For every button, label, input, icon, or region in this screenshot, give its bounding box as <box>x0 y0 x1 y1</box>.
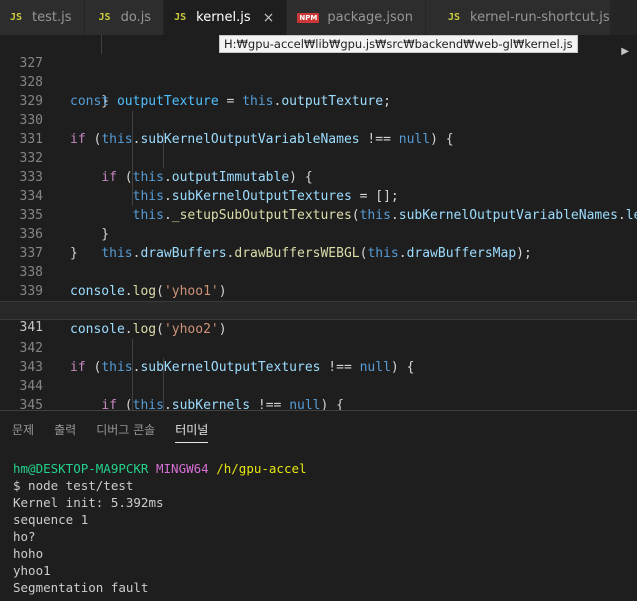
tab-kernel-js[interactable]: JS kernel.js × <box>164 0 288 35</box>
code-line: 344 const output = []; <box>0 358 637 394</box>
tab-label: kernel-run-shortcut.js <box>470 10 610 25</box>
panel-tabs: 문제 출력 디버그 콘솔 터미널 <box>12 421 228 443</box>
code-line: 339 gl.drawArrays(gl.TRIANGLE_STRIP, 0, … <box>0 263 637 320</box>
javascript-file-icon: JS <box>174 12 187 23</box>
code-line: 336 } <box>0 206 637 261</box>
javascript-file-icon: JS <box>447 12 461 23</box>
tab-label: kernel.js <box>196 10 251 25</box>
code-line: 331 if (this.outputImmutable) { <box>0 111 637 185</box>
terminal-line: sequence 1 <box>13 512 89 527</box>
code-line: 332 this.subKernelOutputTextures = []; <box>0 130 637 204</box>
close-icon[interactable]: × <box>263 10 275 26</box>
javascript-file-icon: JS <box>98 12 111 23</box>
current-code-line[interactable]: 341 <box>0 301 637 335</box>
file-path-tooltip: H:₩gpu-accel₩lib₩gpu.js₩src₩backend₩web-… <box>219 35 578 53</box>
code-editor[interactable]: 327 } 328 const outputTexture = this.out… <box>0 35 637 410</box>
code-line: 346 for (let i = 0; i < this.subKernels.… <box>0 396 637 410</box>
tab-do-js[interactable]: JS do.js <box>84 0 165 35</box>
terminal-line: Segmentation fault <box>13 580 149 595</box>
code-line: 335 this.drawBuffers.drawBuffersWEBGL(th… <box>0 187 637 261</box>
tab-test-js[interactable]: JS test.js <box>0 0 85 35</box>
code-line: 338 console.log('yhoo1') <box>0 244 637 299</box>
tab-output[interactable]: 출력 <box>54 421 76 443</box>
code-line: 340 console.log('yhoo2') <box>0 282 637 337</box>
terminal-line: ho? <box>13 529 36 544</box>
tab-debug-console[interactable]: 디버그 콘솔 <box>96 421 155 443</box>
prompt-env: MINGW64 <box>156 461 209 476</box>
tab-package-json[interactable]: NPM package.json <box>287 0 426 35</box>
code-line: 328 const outputTexture = this.outputTex… <box>0 54 637 109</box>
prompt-user: hm@DESKTOP-MA9PCKR <box>13 461 149 476</box>
code-line: 330 if (this.subKernelOutputVariableName… <box>0 92 637 147</box>
terminal-prompt: hm@DESKTOP-MA9PCKR MINGW64 /h/gpu-accel <box>13 460 307 477</box>
terminal-output[interactable]: hm@DESKTOP-MA9PCKR MINGW64 /h/gpu-accel … <box>13 460 307 596</box>
javascript-file-icon: JS <box>10 12 23 23</box>
tab-actions <box>610 0 637 35</box>
tab-terminal[interactable]: 터미널 <box>175 421 209 443</box>
code-line: 342 if (this.subKernelOutputTextures !==… <box>0 320 637 375</box>
code-line: 345 output.result = this.renderOutput(ou… <box>0 377 637 410</box>
npm-file-icon: NPM <box>297 12 320 23</box>
tab-problems[interactable]: 문제 <box>12 421 34 443</box>
tab-label: test.js <box>32 10 72 25</box>
code-line: 337 <box>0 225 637 261</box>
tab-kernel-run-shortcut-js[interactable]: JS kernel-run-shortcut.js <box>425 0 623 35</box>
code-line: 334 } <box>0 168 637 242</box>
code-line: 343 if (this.subKernels !== null) { <box>0 339 637 410</box>
tab-label: package.json <box>327 10 413 25</box>
expand-arrow-icon[interactable]: ▶ <box>621 46 629 57</box>
editor-tab-bar: JS test.js JS do.js JS kernel.js × NPM p… <box>0 0 637 35</box>
tab-label: do.js <box>120 10 152 25</box>
terminal-line: hoho <box>13 546 44 561</box>
bottom-panel: 문제 출력 디버그 콘솔 터미널 hm@DESKTOP-MA9PCKR MING… <box>0 410 637 601</box>
code-line: 333 this._setupSubOutputTextures(this.su… <box>0 149 637 223</box>
terminal-line: yhoo1 <box>13 563 51 578</box>
terminal-command: $ node test/test <box>13 478 134 493</box>
terminal-line: Kernel init: 5.392ms <box>13 495 164 510</box>
code-line: 329 <box>0 73 637 109</box>
prompt-path: /h/gpu-accel <box>216 461 307 476</box>
